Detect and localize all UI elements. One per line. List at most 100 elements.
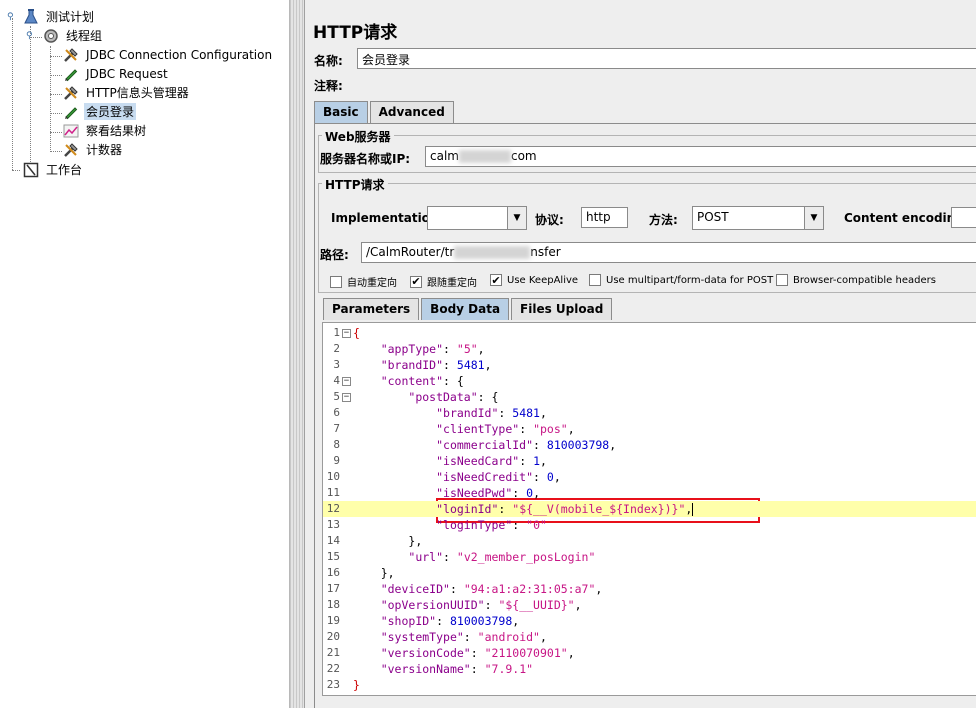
tab-basic[interactable]: Basic — [314, 101, 368, 123]
expand-toggle-icon[interactable]: ⚲ — [26, 32, 35, 41]
tab-advanced[interactable]: Advanced — [369, 101, 454, 123]
keepalive-checkbox[interactable]: ✔ Use KeepAlive — [490, 274, 578, 286]
code-line[interactable]: 4− "content": { — [323, 373, 976, 389]
fold-toggle-icon[interactable]: − — [342, 377, 351, 386]
code-line[interactable]: 5− "postData": { — [323, 389, 976, 405]
code-line[interactable]: 7 "clientType": "pos", — [323, 421, 976, 437]
code-line[interactable]: 8 "commercialId": 810003798, — [323, 437, 976, 453]
code-line[interactable]: 17 "deviceID": "94:a1:a2:31:05:a7", — [323, 581, 976, 597]
web-server-section-title: Web服务器 — [322, 128, 394, 145]
tree-item-http-header-manager[interactable]: HTTP信息头管理器 — [62, 83, 191, 102]
path-suffix: nsfer — [530, 245, 561, 259]
code-line[interactable]: 18 "opVersionUUID": "${__UUID}", — [323, 597, 976, 613]
code-text: "shopID": 810003798, — [380, 614, 520, 628]
code-text: "isNeedCredit": 0, — [436, 470, 561, 484]
tree-item-label: 测试计划 — [46, 10, 95, 24]
code-text: "commercialId": 810003798, — [436, 438, 617, 452]
tree-item-view-results-tree[interactable]: 察看结果树 — [62, 121, 148, 140]
code-line[interactable]: 3 "brandID": 5481, — [323, 357, 976, 373]
code-text: "loginId": "${__V(mobile_${Index})}", — [436, 502, 694, 516]
tree-connector — [50, 151, 62, 152]
tree-connector — [12, 18, 13, 170]
code-line[interactable]: 2 "appType": "5", — [323, 341, 976, 357]
body-data-editor[interactable]: 1−{2 "appType": "5", 3 "brandID": 5481, 4−… — [322, 322, 976, 696]
content-encoding-label: Content encoding: — [844, 211, 969, 225]
tab-files-upload[interactable]: Files Upload — [511, 298, 613, 320]
checkbox-box[interactable] — [776, 274, 788, 286]
code-line[interactable]: 14 }, — [323, 533, 976, 549]
request-tabs: Basic Advanced — [314, 101, 456, 123]
line-number: 5 — [333, 390, 340, 403]
tree-item-test-plan[interactable]: 测试计划 — [22, 7, 96, 26]
multipart-checkbox[interactable]: Use multipart/form-data for POST — [589, 274, 773, 286]
host-suffix: com — [510, 149, 537, 163]
code-line[interactable]: 20 "systemType": "android", — [323, 629, 976, 645]
chevron-down-icon[interactable]: ▼ — [804, 207, 823, 229]
code-line[interactable]: 9 "isNeedCard": 1, — [323, 453, 976, 469]
browser-headers-checkbox[interactable]: Browser-compatible headers — [776, 274, 936, 286]
line-number: 21 — [326, 646, 340, 659]
tree-item-jdbc-config[interactable]: JDBC Connection Configuration — [62, 45, 274, 64]
code-text: "appType": "5", — [380, 342, 485, 356]
comment-field[interactable] — [353, 74, 976, 93]
tab-parameters[interactable]: Parameters — [323, 298, 420, 320]
tree-item-jdbc-request[interactable]: JDBC Request — [62, 64, 170, 83]
tree-item-counter[interactable]: 计数器 — [62, 140, 124, 159]
redacted-blur — [458, 150, 511, 163]
checkbox-label: Use KeepAlive — [507, 274, 579, 286]
tree-item-thread-group[interactable]: 线程组 — [42, 26, 104, 45]
name-field[interactable]: 会员登录 — [357, 48, 976, 69]
implementation-select[interactable]: ▼ — [427, 206, 527, 230]
host-field[interactable]: calm com — [425, 146, 976, 167]
code-line[interactable]: 1−{ — [323, 325, 976, 341]
code-line[interactable]: 13 "loginType": "0" — [323, 517, 976, 533]
code-line[interactable]: 21 "versionCode": "2110070901", — [323, 645, 976, 661]
code-line[interactable]: 23} — [323, 677, 976, 693]
line-number: 9 — [333, 454, 340, 467]
follow-redirect-checkbox[interactable]: ✔ 跟随重定向 — [410, 274, 477, 289]
comment-label: 注释: — [314, 79, 343, 93]
code-line[interactable]: 16 }, — [323, 565, 976, 581]
checkbox-box[interactable] — [589, 274, 601, 286]
method-label: 方法: — [649, 213, 678, 227]
content-encoding-field[interactable] — [951, 207, 976, 228]
checkbox-label: 自动重定向 — [347, 278, 397, 289]
code-line[interactable]: 10 "isNeedCredit": 0, — [323, 469, 976, 485]
code-line[interactable]: 12 "loginId": "${__V(mobile_${Index})}", — [323, 501, 976, 517]
page-title: HTTP请求 — [313, 23, 398, 43]
code-text: "clientType": "pos", — [436, 422, 575, 436]
redacted-blur — [454, 246, 531, 259]
path-field[interactable]: /CalmRouter/tr nsfer — [361, 242, 976, 263]
chevron-down-icon[interactable]: ▼ — [507, 207, 526, 229]
code-text: } — [353, 678, 360, 692]
checkbox-box[interactable] — [330, 275, 342, 288]
line-number: 8 — [333, 438, 340, 451]
tree-item-member-login[interactable]: 会员登录 — [62, 102, 137, 121]
fold-toggle-icon[interactable]: − — [342, 393, 351, 402]
line-number: 12 — [326, 502, 340, 515]
code-line[interactable]: 15 "url": "v2_member_posLogin" — [323, 549, 976, 565]
code-line[interactable]: 19 "shopID": 810003798, — [323, 613, 976, 629]
config-wrench-icon — [62, 84, 80, 102]
tree-connector — [30, 26, 31, 170]
check-icon[interactable]: ✔ — [490, 274, 502, 286]
code-text: "brandId": 5481, — [436, 406, 547, 420]
fold-toggle-icon[interactable]: − — [342, 329, 351, 338]
line-number: 19 — [326, 614, 340, 627]
tab-body-data[interactable]: Body Data — [421, 298, 510, 320]
panel-splitter[interactable] — [290, 0, 304, 708]
config-wrench-icon — [62, 46, 80, 64]
expand-toggle-icon[interactable]: ⚲ — [7, 13, 16, 22]
code-text: "versionName": "7.9.1" — [380, 662, 534, 676]
protocol-field[interactable]: http — [581, 207, 628, 228]
tree-item-workbench[interactable]: 工作台 — [22, 160, 84, 179]
method-select[interactable]: POST ▼ — [692, 206, 824, 230]
code-line[interactable]: 6 "brandId": 5481, — [323, 405, 976, 421]
name-label: 名称: — [314, 54, 343, 68]
auto-redirect-checkbox[interactable]: 自动重定向 — [330, 274, 397, 289]
check-icon[interactable]: ✔ — [410, 275, 422, 288]
line-number: 11 — [326, 486, 340, 499]
tree-connector — [50, 113, 62, 114]
code-line[interactable]: 11 "isNeedPwd": 0, — [323, 485, 976, 501]
code-line[interactable]: 22 "versionName": "7.9.1" — [323, 661, 976, 677]
